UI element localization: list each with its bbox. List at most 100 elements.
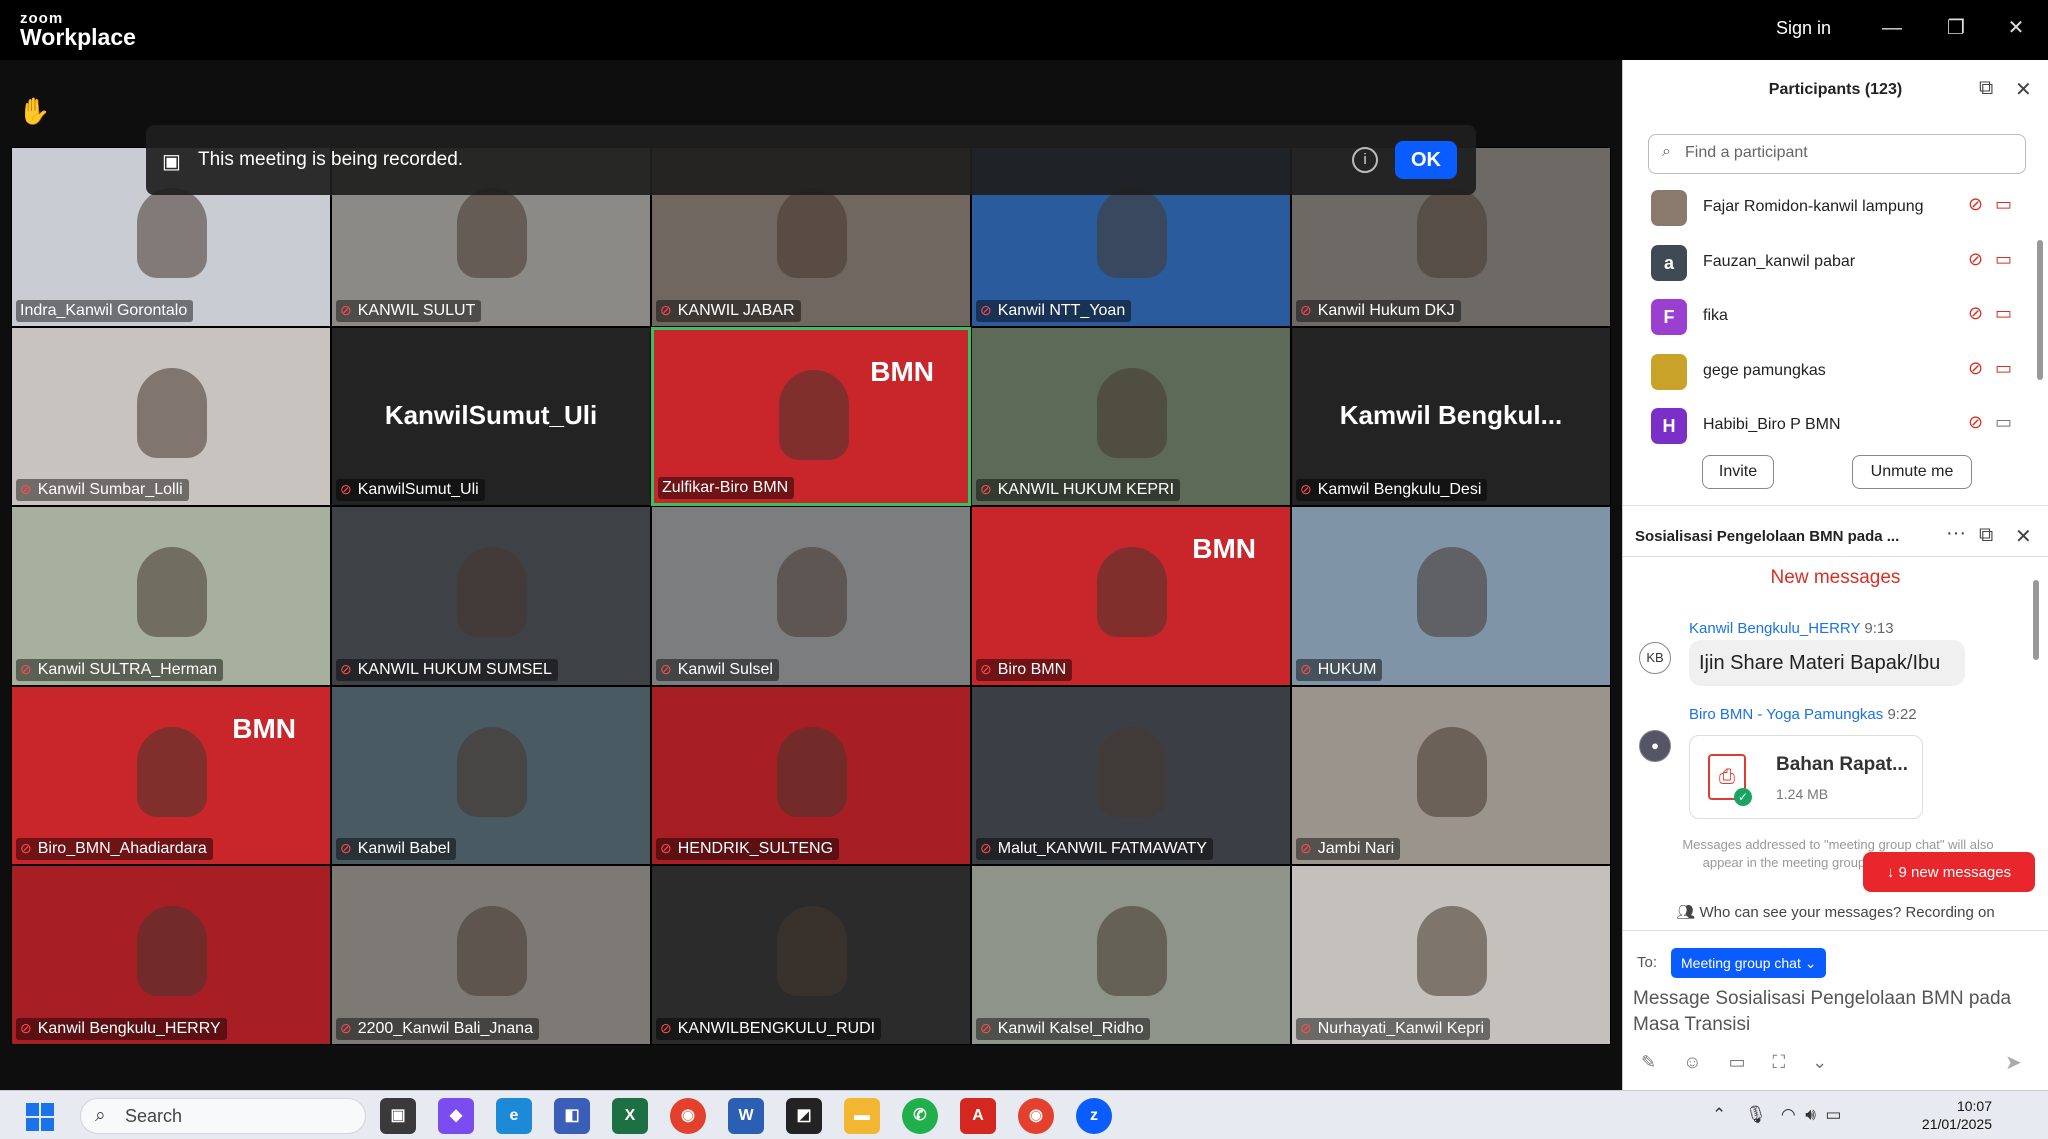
video-tile[interactable]: Kamwil Bengkul... ⊘ Kamwil Bengkulu_Desi xyxy=(1291,326,1611,507)
video-tile[interactable]: ⊘ Malut_KANWIL FATMAWATY xyxy=(971,685,1291,866)
video-tile[interactable]: KanwilSumut_Uli ⊘ KanwilSumut_Uli xyxy=(331,326,651,507)
microphone-icon[interactable]: 🎙︎ xyxy=(1745,1105,1767,1124)
copilot-icon[interactable]: ◆ xyxy=(438,1098,474,1134)
participant-name: Nurhayati_Kanwil Kepri xyxy=(1317,1019,1485,1037)
battery-icon[interactable]: ▭ xyxy=(1825,1105,1841,1124)
video-feed xyxy=(1097,547,1167,638)
bmn-logo-text: BMN xyxy=(1192,533,1256,565)
whatsapp-icon[interactable]: ✆ xyxy=(902,1098,938,1134)
popout-icon[interactable]: ⧉ xyxy=(1979,77,1993,100)
task-view-icon[interactable]: ▣ xyxy=(380,1098,416,1134)
chrome-profile-icon[interactable]: ◉ xyxy=(1018,1098,1054,1134)
participant-row[interactable]: a Fauzan_kanwil pabar ⊘ ▭ xyxy=(1623,235,2033,290)
video-tile[interactable]: BMN ⊘ Biro BMN xyxy=(971,506,1291,686)
chat-popout-icon[interactable]: ⧉ xyxy=(1979,524,1993,547)
sticky-notes-icon[interactable]: ◩ xyxy=(786,1098,822,1134)
file-attachment[interactable]: ⎙ ✓ Bahan Rapat... 1.24 MB xyxy=(1689,735,1923,819)
participant-name-label: ⊘ Jambi Nari xyxy=(1296,838,1401,861)
windows-start-icon[interactable] xyxy=(26,1103,54,1131)
title-bar: zoom Workplace Sign in — ❐ ✕ xyxy=(0,0,2048,60)
video-tile[interactable]: BMN Zulfikar-Biro BMN xyxy=(651,326,971,507)
participant-name-label: ⊘ Kanwil Sumbar_Lolli xyxy=(16,479,189,502)
chat-scrollbar[interactable] xyxy=(2033,580,2039,660)
video-tile[interactable]: ⊘ Kanwil Kalsel_Ridho xyxy=(971,865,1291,1045)
close-chat-icon[interactable]: ✕ xyxy=(2015,524,2032,549)
restore-icon[interactable]: ❐ xyxy=(1936,12,1976,44)
muted-mic-icon: ⊘ xyxy=(340,840,352,857)
video-tile[interactable]: ⊘ KANWIL HUKUM SUMSEL xyxy=(331,506,651,686)
participant-name-label: ⊘ KANWIL HUKUM KEPRI xyxy=(976,479,1181,502)
participant-row[interactable]: Ffika ⊘ ▭ xyxy=(1623,289,2033,344)
new-messages-button[interactable]: ↓ 9 new messages xyxy=(1863,852,2035,892)
chrome-icon[interactable]: ◉ xyxy=(670,1098,706,1134)
participants-scrollbar[interactable] xyxy=(2037,240,2043,380)
chevron-up-icon[interactable]: ⌃ xyxy=(1712,1105,1726,1124)
send-icon[interactable]: ➤ xyxy=(2005,1050,2022,1075)
participant-display-name: KanwilSumut_Uli xyxy=(384,399,598,430)
participant-name: KANWIL HUKUM SUMSEL xyxy=(357,660,552,678)
video-tile[interactable]: ⊘ Jambi Nari xyxy=(1291,685,1611,866)
info-icon[interactable]: i xyxy=(1352,147,1378,173)
video-tile[interactable]: ⊘ Kanwil Sumbar_Lolli xyxy=(11,326,331,507)
volume-icon[interactable]: 🔊︎ xyxy=(1805,1105,1816,1124)
excel-icon[interactable]: X xyxy=(612,1098,648,1134)
participant-name-label: ⊘ Biro BMN xyxy=(976,658,1073,681)
unmute-me-button[interactable]: Unmute me xyxy=(1852,455,1972,489)
sender-name[interactable]: Biro BMN - Yoga Pamungkas xyxy=(1689,706,1883,723)
participant-name-label: ⊘ Kanwil Kalsel_Ridho xyxy=(976,1017,1150,1040)
minimize-icon[interactable]: — xyxy=(1872,12,1912,44)
zoom-app-icon[interactable]: z xyxy=(1076,1098,1112,1134)
sender-name[interactable]: Kanwil Bengkulu_HERRY xyxy=(1689,620,1860,637)
privacy-link[interactable]: 👥︎ Who can see your messages? Recording … xyxy=(1623,903,2048,921)
video-tile[interactable]: ⊘ HUKUM xyxy=(1291,506,1611,686)
video-feed xyxy=(457,547,527,638)
taskbar-clock[interactable]: 10:07 21/01/2025 xyxy=(1904,1097,1992,1133)
close-icon[interactable]: ✕ xyxy=(1996,12,2036,44)
taskbar-search[interactable]: ⌕ Search xyxy=(80,1098,366,1134)
participant-name-label: ⊘ Kanwil Sulsel xyxy=(656,658,779,681)
invite-button[interactable]: Invite xyxy=(1702,455,1774,489)
message-input[interactable]: Message Sosialisasi Pengelolaan BMN pada… xyxy=(1633,986,2013,1038)
video-tile[interactable]: ⊘ KANWILBENGKULU_RUDI xyxy=(651,865,971,1045)
participant-name: Zulfikar-Biro BMN xyxy=(662,479,789,497)
edge-icon[interactable]: e xyxy=(496,1098,532,1134)
store-icon[interactable]: ◧ xyxy=(554,1098,590,1134)
participant-search-input[interactable]: ⌕ Find a participant xyxy=(1648,134,2026,174)
video-tile[interactable]: ⊘ Kanwil Bengkulu_HERRY xyxy=(11,865,331,1045)
close-participants-icon[interactable]: ✕ xyxy=(2015,77,2032,102)
participant-row[interactable]: H Habibi_Biro P BMN ⊘ ▭ xyxy=(1623,398,2033,453)
video-tile[interactable]: ⊘ KANWIL HUKUM KEPRI xyxy=(971,326,1291,507)
chevron-down-icon[interactable]: ⌄ xyxy=(1812,1052,1827,1072)
video-tile[interactable]: ⊘ 2200_Kanwil Bali_Jnana xyxy=(331,865,651,1045)
video-tile[interactable]: ⊘ Kanwil SULTRA_Herman xyxy=(11,506,331,686)
participant-row[interactable]: Fajar Romidon-kanwil lampung ⊘ ▭ xyxy=(1623,180,2033,235)
camera-off-icon: ▭ xyxy=(1995,412,2013,432)
participant-name-label: ⊘ Biro_BMN_Ahadiardara xyxy=(16,838,213,861)
format-icon[interactable]: ✎ xyxy=(1641,1052,1656,1072)
video-tile[interactable]: BMN ⊘ Biro_BMN_Ahadiardara xyxy=(11,685,331,866)
video-tile[interactable]: ⊘ Kanwil Babel xyxy=(331,685,651,866)
video-feed xyxy=(457,726,527,817)
wifi-icon[interactable]: ◠ xyxy=(1781,1105,1796,1124)
people-icon: 👥︎ xyxy=(1676,904,1700,921)
video-tile[interactable]: ⊘ Kanwil Sulsel xyxy=(651,506,971,686)
video-feed xyxy=(137,547,207,638)
muted-mic-icon: ⊘ xyxy=(340,481,352,498)
word-icon[interactable]: W xyxy=(728,1098,764,1134)
raise-hand-icon: ✋ xyxy=(18,96,51,126)
video-tile[interactable]: ⊘ Nurhayati_Kanwil Kepri xyxy=(1291,865,1611,1045)
file-icon[interactable]: ▭ xyxy=(1729,1052,1746,1072)
sign-in-link[interactable]: Sign in xyxy=(1776,18,1831,39)
screenshot-icon[interactable]: ⛶ xyxy=(1773,1052,1786,1072)
file-explorer-icon[interactable]: ▬ xyxy=(844,1098,880,1134)
more-options-icon[interactable]: ··· xyxy=(1946,522,1966,545)
video-tile[interactable]: ⊘ HENDRIK_SULTENG xyxy=(651,685,971,866)
recipient-dropdown[interactable]: Meeting group chat ⌄ xyxy=(1671,948,1827,978)
video-feed xyxy=(137,906,207,997)
participant-row[interactable]: gege pamungkas ⊘ ▭ xyxy=(1623,344,2033,399)
participant-name-label: ⊘ Nurhayati_Kanwil Kepri xyxy=(1296,1017,1491,1040)
emoji-icon[interactable]: ☺ xyxy=(1683,1052,1701,1072)
acrobat-icon[interactable]: A xyxy=(960,1098,996,1134)
ok-button[interactable]: OK xyxy=(1395,141,1457,179)
chat-title: Sosialisasi Pengelolaan BMN pada ... xyxy=(1635,528,1900,545)
